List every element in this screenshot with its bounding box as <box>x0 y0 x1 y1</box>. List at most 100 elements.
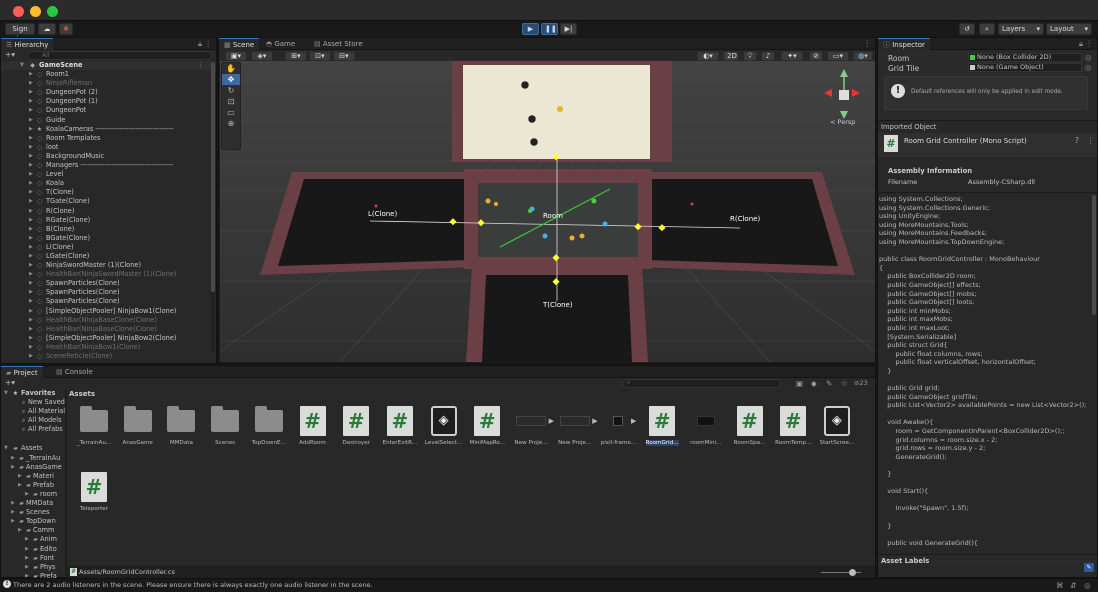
expand-arrow-icon[interactable]: ▶ <box>29 88 33 97</box>
hierarchy-item[interactable]: ▶ ◌ TGate(Clone) <box>1 197 216 206</box>
asset-item[interactable]: # RoomSpa... <box>728 405 772 446</box>
move-tool-icon[interactable]: ✥ <box>222 74 240 85</box>
hierarchy-item[interactable]: ▶ ◌ B(Clone) <box>1 225 216 234</box>
minimize-window-button[interactable] <box>30 6 41 17</box>
zoom-slider-thumb[interactable] <box>849 569 856 576</box>
tab-inspector[interactable]: ⓘ Inspector <box>878 38 930 50</box>
notification-icon[interactable]: ✎ <box>1084 563 1094 572</box>
script-menu-icon[interactable]: ⋮ <box>1087 136 1095 145</box>
expand-arrow-icon[interactable]: ▶ <box>29 161 33 170</box>
assets-breadcrumb[interactable]: Assets <box>69 390 95 398</box>
project-search-input[interactable]: ⌕ <box>623 379 781 388</box>
hierarchy-item[interactable]: ▶ ◌ SpawnParticles(Clone) <box>1 297 216 306</box>
hierarchy-item[interactable]: ▶ ◌ L(Clone) <box>1 243 216 252</box>
history-icon[interactable]: ↺ <box>959 23 975 35</box>
hidden-count[interactable]: ⊘23 <box>854 379 868 387</box>
hierarchy-item[interactable]: ▶ ◌ DungeonPot (1) <box>1 97 216 106</box>
tree-folder[interactable]: ▶ ▰ room <box>1 490 65 499</box>
expand-arrow-icon[interactable]: ▶ <box>25 490 29 499</box>
asset-item[interactable]: # AddRoom <box>291 405 335 446</box>
tree-folder[interactable]: ▶ ▰ Phys <box>1 563 65 572</box>
expand-arrow-icon[interactable]: ▶ <box>25 545 29 554</box>
asset-item[interactable]: TopDownE... <box>247 405 291 446</box>
asset-item[interactable]: # MiniMapRo... <box>465 405 509 446</box>
hierarchy-item[interactable]: ▶ ◌ BGate(Clone) <box>1 234 216 243</box>
hierarchy-item[interactable]: ▶ ◌ R(Clone) <box>1 207 216 216</box>
hierarchy-item[interactable]: ▶ ◌ HealthBar(NinjaBaseClone(Clone) <box>1 316 216 325</box>
draw-mode-dropdown[interactable]: ▣▾ <box>225 51 247 61</box>
asset-item[interactable]: ◈ StartScree... <box>815 405 859 446</box>
hierarchy-item[interactable]: ▶ ★ KoalaCameras -------------------------… <box>1 125 216 134</box>
hierarchy-item[interactable]: ▶ ◌ SpawnParticles(Clone) <box>1 279 216 288</box>
expand-arrow-icon[interactable]: ▶ <box>29 125 33 134</box>
rotate-tool-icon[interactable]: ↻ <box>222 85 240 96</box>
asset-item[interactable]: ▶ pixil-frame... <box>596 405 640 446</box>
hierarchy-item[interactable]: ▶ ◌ DungeonPot (2) <box>1 88 216 97</box>
expand-arrow-icon[interactable]: ▶ <box>29 216 33 225</box>
tab-scene[interactable]: ▦ Scene <box>219 38 260 50</box>
expand-arrow-icon[interactable]: ▶ <box>29 243 33 252</box>
asset-item[interactable]: ▶ New Proje... <box>553 405 598 446</box>
asset-item[interactable]: roomMini... <box>684 405 728 446</box>
project-add-icon[interactable]: +▾ <box>5 378 15 387</box>
inspector-lock-icon[interactable]: 🔒︎ <box>1079 39 1083 49</box>
hierarchy-item[interactable]: ▶ ◌ HealthBar(NinjaBow1(Clone) <box>1 343 216 352</box>
tab-asset-store[interactable]: ▤ Asset Store <box>309 38 368 50</box>
audio-icon[interactable]: ♪ <box>761 51 775 61</box>
expand-arrow-icon[interactable]: ▶ <box>29 79 33 88</box>
expand-arrow-icon[interactable]: ▶ <box>29 325 33 334</box>
expand-arrow-icon[interactable]: ▶ <box>29 207 33 216</box>
filter-type-icon[interactable]: ▣ <box>796 379 803 388</box>
expand-arrow-icon[interactable]: ▶ <box>11 508 15 517</box>
scene-menu-icon[interactable]: ⋮ <box>197 61 204 70</box>
asset-item[interactable]: Scenes <box>203 405 247 446</box>
hierarchy-item[interactable]: ▶ ◌ BackgroundMusic <box>1 152 216 161</box>
expand-arrow-icon[interactable]: ▶ <box>29 261 33 270</box>
tree-folder[interactable]: ▶ ▰ Prefab <box>1 481 65 490</box>
asset-item[interactable]: # Destroyer <box>334 405 378 446</box>
hierarchy-item[interactable]: ▶ ◌ SpawnParticles(Clone) <box>1 288 216 297</box>
hierarchy-item[interactable]: ▶ ◌ Room1 <box>1 70 216 79</box>
persp-label[interactable]: < Persp <box>830 118 855 126</box>
expand-arrow-icon[interactable]: ▶ <box>29 70 33 79</box>
pivot-dropdown[interactable]: ⊞▾ <box>285 51 307 61</box>
tree-folder[interactable]: ▶ ▰ Font <box>1 554 65 563</box>
asset-item[interactable]: _TerrainAu... <box>72 405 116 446</box>
hierarchy-item[interactable]: ▶ ◌ [SimpleObjectPooler] NinjaBow2(Clone) <box>1 334 216 343</box>
expand-arrow-icon[interactable]: ▶ <box>11 454 15 463</box>
expand-arrow-icon[interactable]: ▶ <box>29 197 33 206</box>
tab-console[interactable]: ▤ Console <box>51 366 98 378</box>
asset-item[interactable]: # Teleporter <box>72 471 116 512</box>
tree-folder[interactable]: ▶ ▰ MMData <box>1 499 65 508</box>
play-button[interactable]: ▶ <box>522 23 539 35</box>
expand-arrow-icon[interactable]: ▶ <box>29 334 33 343</box>
code-scrollbar[interactable] <box>1092 195 1096 315</box>
hierarchy-item[interactable]: ▶ ◌ HealthBar(NinjaBaseClone(Clone) <box>1 325 216 334</box>
tag-icon[interactable]: ✎ <box>826 379 832 388</box>
tree-folder[interactable]: ▶ ▰ Edito <box>1 545 65 554</box>
more-menu-icon[interactable]: ⋮ <box>205 39 213 48</box>
asset-item[interactable]: MMData <box>159 405 203 446</box>
hierarchy-item[interactable]: ▶ ◌ RGate(Clone) <box>1 216 216 225</box>
expand-arrow-icon[interactable]: ▶ <box>29 179 33 188</box>
hierarchy-search-input[interactable]: All <box>27 51 212 60</box>
close-window-button[interactable] <box>13 6 24 17</box>
code-preview[interactable]: using System.Collections; using System.C… <box>878 193 1097 554</box>
hierarchy-item[interactable]: ▶ ◌ Koala <box>1 179 216 188</box>
room-picker-icon[interactable]: ◎ <box>1085 53 1092 62</box>
search-icon[interactable]: ⌕ <box>979 23 995 35</box>
grid-tile-field[interactable]: None (Game Object) <box>968 63 1082 72</box>
help-icon[interactable]: ? <box>1075 136 1079 145</box>
hierarchy-item[interactable]: ▶ ◌ Guide <box>1 116 216 125</box>
favorite-icon[interactable]: ☆ <box>841 379 848 388</box>
asset-item[interactable]: # RoomTemp... <box>771 405 815 446</box>
snap-dropdown[interactable]: ⊡▾ <box>309 51 331 61</box>
lighting-icon[interactable]: 💡︎ <box>743 51 757 61</box>
grid-snap-dropdown[interactable]: ⊟▾ <box>333 51 355 61</box>
expand-arrow-icon[interactable]: ▶ <box>29 279 33 288</box>
camera-dropdown[interactable]: ▭▾ <box>827 51 849 61</box>
expand-arrow-icon[interactable]: ▶ <box>29 170 33 179</box>
expand-arrow-icon[interactable]: ▶ <box>29 152 33 161</box>
scene-root-row[interactable]: ▼ ◆ GameScene ⋮ <box>1 61 216 71</box>
cloud-icon[interactable]: ☁ <box>38 23 56 35</box>
